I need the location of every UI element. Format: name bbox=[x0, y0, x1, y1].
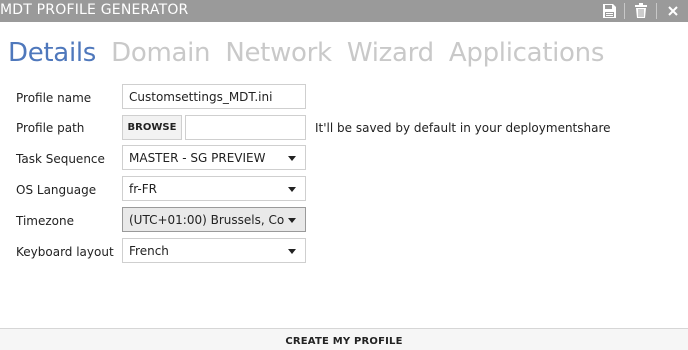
titlebar-separator bbox=[656, 3, 657, 19]
os-language-label: OS Language bbox=[16, 183, 97, 197]
keyboard-layout-select[interactable]: French bbox=[122, 238, 306, 263]
os-language-value: fr-FR bbox=[129, 182, 157, 196]
task-sequence-label: Task Sequence bbox=[16, 152, 105, 166]
keyboard-layout-label: Keyboard layout bbox=[16, 245, 114, 259]
timezone-value: (UTC+01:00) Brussels, Copenhagen bbox=[129, 213, 285, 227]
close-icon[interactable] bbox=[664, 2, 682, 20]
task-sequence-select[interactable]: MASTER - SG PREVIEW bbox=[122, 145, 306, 170]
chevron-down-icon bbox=[288, 249, 296, 254]
task-sequence-value: MASTER - SG PREVIEW bbox=[129, 151, 266, 165]
tab-bar: Details Domain Network Wizard Applicatio… bbox=[8, 38, 614, 74]
profile-name-input[interactable]: Customsettings_MDT.ini bbox=[122, 84, 306, 109]
timezone-label: Timezone bbox=[16, 214, 74, 228]
chevron-down-icon bbox=[288, 156, 296, 161]
tab-wizard[interactable]: Wizard bbox=[347, 38, 434, 68]
browse-button[interactable]: BROWSE bbox=[122, 115, 182, 140]
profile-path-hint: It'll be saved by default in your deploy… bbox=[315, 121, 611, 135]
os-language-select[interactable]: fr-FR bbox=[122, 176, 306, 201]
title-bar: MDT PROFILE GENERATOR bbox=[0, 0, 688, 22]
profile-name-value: Customsettings_MDT.ini bbox=[129, 90, 273, 104]
app-title: MDT PROFILE GENERATOR bbox=[0, 2, 189, 18]
timezone-select[interactable]: (UTC+01:00) Brussels, Copenhagen bbox=[122, 207, 306, 232]
profile-path-input[interactable] bbox=[185, 115, 306, 140]
profile-path-label: Profile path bbox=[16, 121, 85, 135]
keyboard-layout-value: French bbox=[129, 244, 169, 258]
tab-network[interactable]: Network bbox=[225, 38, 332, 68]
tab-domain[interactable]: Domain bbox=[111, 38, 210, 68]
tab-details[interactable]: Details bbox=[8, 38, 96, 68]
create-profile-button[interactable]: CREATE MY PROFILE bbox=[285, 329, 402, 350]
titlebar-separator bbox=[624, 3, 625, 19]
profile-name-label: Profile name bbox=[16, 91, 92, 105]
footer-bar: CREATE MY PROFILE bbox=[0, 328, 688, 350]
tab-applications[interactable]: Applications bbox=[449, 38, 605, 68]
trash-icon[interactable] bbox=[632, 2, 650, 20]
chevron-down-icon bbox=[288, 218, 296, 223]
chevron-down-icon bbox=[288, 187, 296, 192]
save-icon[interactable] bbox=[600, 2, 618, 20]
